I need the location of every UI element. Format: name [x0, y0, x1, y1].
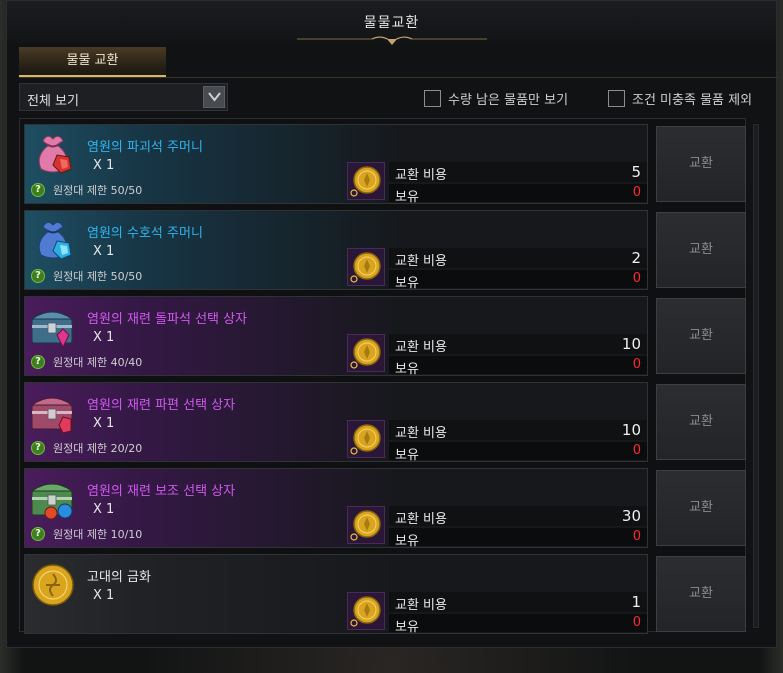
- pink-pouch-icon: [38, 135, 72, 174]
- checkbox-remaining-only[interactable]: 수량 남은 물품만 보기: [424, 88, 568, 108]
- exchange-button[interactable]: 교환: [656, 212, 746, 288]
- expedition-limit: ? 원정대 제한 40/40: [31, 354, 142, 370]
- item-name: 염원의 재련 파편 선택 상자: [87, 398, 236, 413]
- cost-label: 교환 비용: [395, 512, 447, 527]
- item-panel: 염원의 수호석 주머니 X 1 ? 원정대 제한 50/50 교환 비용 2 보…: [24, 210, 648, 291]
- barter-list: 염원의 파괴석 주머니 X 1 ? 원정대 제한 50/50 교환 비용 5 보…: [19, 118, 759, 635]
- exchange-button[interactable]: 교환: [656, 556, 746, 632]
- list-item: 염원의 수호석 주머니 X 1 ? 원정대 제한 50/50 교환 비용 2 보…: [24, 210, 746, 291]
- item-quantity: X 1: [93, 588, 115, 603]
- item-name: 염원의 재련 보조 선택 상자: [87, 484, 236, 499]
- limit-text: 원정대 제한 50/50: [53, 270, 143, 283]
- cost-value: 5: [631, 163, 641, 181]
- owned-label: 보유: [395, 362, 419, 377]
- currency-coin-icon[interactable]: [347, 162, 385, 200]
- owned-label: 보유: [395, 620, 419, 635]
- cost-value: 10: [621, 335, 641, 353]
- cost-label: 교환 비용: [395, 340, 447, 355]
- owned-value: 0: [632, 529, 641, 544]
- dropdown-selected-label: 전체 보기: [27, 94, 79, 109]
- list-item: 고대의 금화 X 1 교환 비용 1 보유 0 교환: [24, 554, 746, 635]
- item-panel: 염원의 파괴석 주머니 X 1 ? 원정대 제한 50/50 교환 비용 5 보…: [24, 124, 648, 205]
- question-icon[interactable]: ?: [31, 269, 45, 283]
- owned-label: 보유: [395, 276, 419, 291]
- owned-value: 0: [632, 185, 641, 200]
- cost-value: 2: [631, 249, 641, 267]
- item-name: 염원의 파괴석 주머니: [87, 140, 203, 155]
- currency-coin-icon[interactable]: [347, 248, 385, 286]
- owned-label: 보유: [395, 448, 419, 463]
- filter-dropdown[interactable]: 전체 보기: [19, 83, 228, 111]
- item-quantity: X 1: [93, 416, 115, 431]
- owned-value: 0: [632, 615, 641, 630]
- limit-text: 원정대 제한 20/20: [53, 442, 143, 455]
- chevron-down-icon[interactable]: [203, 86, 225, 108]
- owned-value: 0: [632, 357, 641, 372]
- checkbox-label: 수량 남은 물품만 보기: [448, 92, 569, 108]
- question-icon[interactable]: ?: [31, 183, 45, 197]
- title-bar[interactable]: 물물교환: [7, 1, 776, 45]
- list-item: 염원의 재련 돌파석 선택 상자 X 1 ? 원정대 제한 40/40 교환 비…: [24, 296, 746, 377]
- item-panel: 고대의 금화 X 1 교환 비용 1 보유 0: [24, 554, 648, 635]
- cost-value: 30: [621, 507, 641, 525]
- window-title: 물물교환: [363, 15, 420, 31]
- item-quantity: X 1: [93, 330, 115, 345]
- owned-label: 보유: [395, 534, 419, 549]
- item-name: 염원의 수호석 주머니: [87, 226, 203, 241]
- currency-coin-icon[interactable]: [347, 506, 385, 544]
- item-panel: 염원의 재련 돌파석 선택 상자 X 1 ? 원정대 제한 40/40 교환 비…: [24, 296, 648, 377]
- list-item: 염원의 재련 보조 선택 상자 X 1 ? 원정대 제한 10/10 교환 비용…: [24, 468, 746, 549]
- currency-coin-icon[interactable]: [347, 420, 385, 458]
- blue-pouch-icon: [38, 221, 72, 260]
- exchange-button[interactable]: 교환: [656, 470, 746, 546]
- gold-coin-icon: [32, 564, 74, 606]
- checkbox-exclude-unmet[interactable]: 조건 미충족 물품 제외: [608, 88, 752, 108]
- limit-text: 원정대 제한 40/40: [53, 356, 143, 369]
- cost-label: 교환 비용: [395, 426, 447, 441]
- chest-icon: [30, 397, 74, 434]
- scrollbar[interactable]: [753, 124, 759, 628]
- limit-text: 원정대 제한 50/50: [53, 184, 143, 197]
- checkbox-box[interactable]: [424, 89, 441, 107]
- list-item: 염원의 재련 파편 선택 상자 X 1 ? 원정대 제한 20/20 교환 비용…: [24, 382, 746, 463]
- item-panel: 염원의 재련 파편 선택 상자 X 1 ? 원정대 제한 20/20 교환 비용…: [24, 382, 648, 463]
- owned-label: 보유: [395, 190, 419, 205]
- owned-value: 0: [632, 443, 641, 458]
- item-name: 염원의 재련 돌파석 선택 상자: [87, 312, 248, 327]
- question-icon[interactable]: ?: [31, 441, 45, 455]
- item-quantity: X 1: [93, 158, 115, 173]
- expedition-limit: ? 원정대 제한 50/50: [31, 182, 142, 198]
- item-name: 고대의 금화: [87, 570, 151, 585]
- chest-icon: [30, 483, 74, 520]
- currency-coin-icon[interactable]: [347, 334, 385, 372]
- ornament-icon: [297, 36, 487, 45]
- item-quantity: X 1: [93, 502, 115, 517]
- tab-barter[interactable]: 물물 교환: [19, 47, 166, 77]
- cost-label: 교환 비용: [395, 598, 447, 613]
- currency-coin-icon[interactable]: [347, 592, 385, 630]
- item-quantity: X 1: [93, 244, 115, 259]
- cost-label: 교환 비용: [395, 254, 447, 269]
- list-item: 염원의 파괴석 주머니 X 1 ? 원정대 제한 50/50 교환 비용 5 보…: [24, 124, 746, 205]
- exchange-button[interactable]: 교환: [656, 384, 746, 460]
- expedition-limit: ? 원정대 제한 10/10: [31, 526, 142, 542]
- cost-label: 교환 비용: [395, 168, 447, 183]
- exchange-button[interactable]: 교환: [656, 126, 746, 202]
- question-icon[interactable]: ?: [31, 355, 45, 369]
- checkbox-box[interactable]: [608, 89, 625, 107]
- question-icon[interactable]: ?: [31, 527, 45, 541]
- exchange-button[interactable]: 교환: [656, 298, 746, 374]
- item-panel: 염원의 재련 보조 선택 상자 X 1 ? 원정대 제한 10/10 교환 비용…: [24, 468, 648, 549]
- barter-window: 물물교환 물물 교환 전체 보기 수량 남은 물품만 보기 조건 미충족 물품 …: [6, 0, 778, 648]
- expedition-limit: ? 원정대 제한 20/20: [31, 440, 142, 456]
- owned-value: 0: [632, 271, 641, 286]
- cost-value: 1: [631, 593, 641, 611]
- limit-text: 원정대 제한 10/10: [53, 528, 143, 541]
- tab-divider: [19, 77, 778, 78]
- chest-icon: [30, 311, 74, 349]
- expedition-limit: ? 원정대 제한 50/50: [31, 268, 142, 284]
- checkbox-label: 조건 미충족 물품 제외: [632, 92, 753, 108]
- cost-value: 10: [621, 421, 641, 439]
